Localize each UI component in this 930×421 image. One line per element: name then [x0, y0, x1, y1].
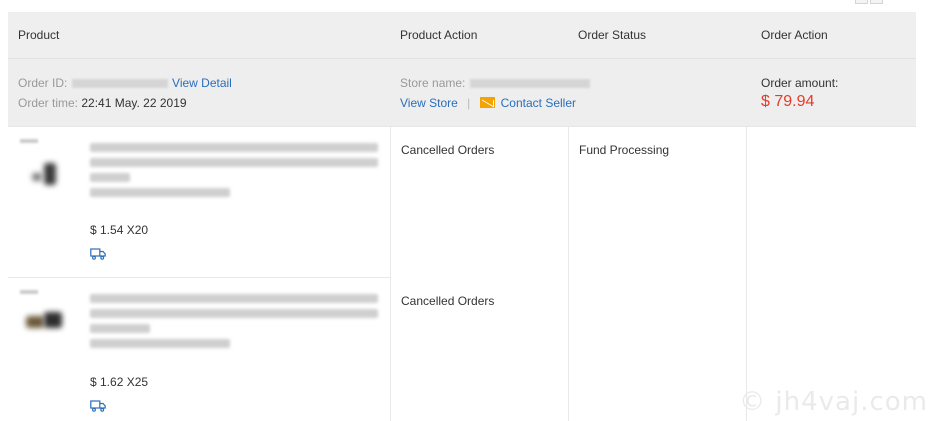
column-divider	[390, 127, 391, 421]
column-divider	[568, 127, 569, 421]
order-amount-value-row: $ 79.94	[761, 93, 814, 111]
view-detail-link[interactable]: View Detail	[172, 76, 232, 90]
order-item-row: $ 1.54 X20	[8, 127, 390, 277]
column-divider	[746, 127, 747, 421]
watermark: © jh4vaj.com	[739, 387, 928, 417]
order-time-label: Order time:	[18, 96, 79, 110]
column-header-order-action: Order Action	[761, 28, 828, 42]
next-page-square[interactable]	[870, 0, 883, 4]
view-store-link[interactable]: View Store	[400, 96, 458, 110]
product-title-redacted[interactable]	[90, 294, 378, 354]
order-item-row: $ 1.62 X25	[8, 278, 390, 418]
contact-seller-link[interactable]: Contact Seller	[501, 96, 576, 110]
column-header-product-action: Product Action	[400, 28, 478, 42]
order-status-text: Fund Processing	[579, 143, 670, 157]
order-header: Order ID: View Detail Order time: 22:41 …	[8, 59, 916, 127]
store-name-label: Store name:	[400, 76, 466, 90]
order-id-row: Order ID: View Detail	[18, 76, 232, 90]
product-title-redacted[interactable]	[90, 143, 378, 203]
item-price-quantity: $ 1.62 X25	[90, 375, 149, 389]
mail-icon[interactable]	[479, 97, 495, 108]
store-name-value-redacted	[469, 79, 590, 89]
order-time-value: 22:41 May. 22 2019	[81, 96, 187, 110]
link-separator: |	[467, 96, 471, 110]
truck-icon[interactable]	[90, 248, 106, 260]
product-thumbnail[interactable]	[20, 139, 70, 189]
product-thumbnail[interactable]	[20, 290, 70, 340]
order-id-value-redacted	[71, 79, 168, 89]
column-header-order-status: Order Status	[578, 28, 647, 42]
prev-page-square[interactable]	[855, 0, 868, 4]
order-amount-label: Order amount:	[761, 76, 839, 90]
pagination-squares	[855, 0, 883, 4]
order-id-label: Order ID:	[18, 76, 68, 90]
item-price-quantity: $ 1.54 X20	[90, 223, 149, 237]
column-header-product: Product	[18, 28, 60, 42]
order-amount-value: $ 79.94	[761, 93, 815, 110]
order-amount-row: Order amount:	[761, 76, 838, 90]
product-action-status: Cancelled Orders	[401, 294, 495, 308]
orders-table: Product Product Action Order Status Orde…	[8, 12, 916, 421]
store-name-row: Store name:	[400, 76, 591, 90]
order-items: $ 1.54 X20 Cancelled Orders Fund Process…	[8, 127, 916, 421]
table-header: Product Product Action Order Status Orde…	[8, 12, 916, 59]
truck-icon[interactable]	[90, 400, 106, 412]
product-action-status: Cancelled Orders	[401, 143, 495, 157]
store-actions-row: View Store | Contact Seller	[400, 96, 576, 110]
order-time-row: Order time: 22:41 May. 22 2019	[18, 96, 187, 110]
